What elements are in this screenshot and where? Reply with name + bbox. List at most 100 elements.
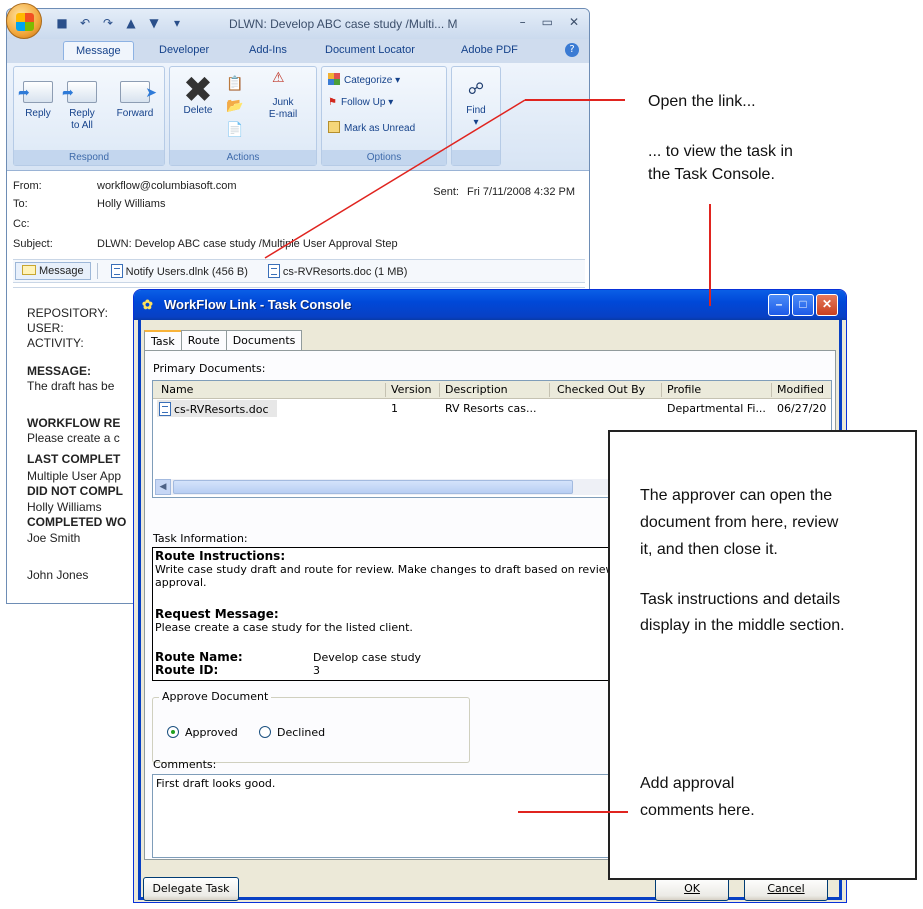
to-row: To: Holly Williams bbox=[13, 198, 165, 210]
approved-label: Approved bbox=[185, 726, 238, 739]
categorize-button[interactable]: Categorize ▾ bbox=[328, 73, 400, 86]
minimize-icon[interactable]: – bbox=[520, 15, 526, 29]
scroll-left-icon[interactable]: ◀ bbox=[155, 479, 171, 495]
reply-all-button[interactable]: ➦ Reply to All bbox=[62, 75, 102, 132]
mark-unread-button[interactable]: Mark as Unread bbox=[328, 121, 415, 134]
annotation-open-link: Open the link... bbox=[648, 93, 756, 110]
row-modified: 06/27/20 bbox=[777, 402, 827, 415]
body-message-heading: MESSAGE: bbox=[27, 364, 92, 378]
outlook-window-title: DLWN: Develop ABC case study /Multi... M bbox=[229, 17, 458, 31]
column-version[interactable]: Version bbox=[391, 383, 431, 396]
save-icon[interactable]: ■ bbox=[55, 16, 69, 30]
reply-button[interactable]: ➦ Reply bbox=[18, 75, 56, 120]
body-workflow: Please create a c bbox=[27, 431, 120, 445]
find-label: Find bbox=[466, 105, 486, 116]
minimize-button[interactable]: – bbox=[768, 294, 790, 316]
redo-icon[interactable]: ↷ bbox=[101, 16, 115, 30]
cc-row: Cc: bbox=[13, 218, 97, 230]
body-didnot: Holly Williams bbox=[27, 500, 102, 514]
follow-up-button[interactable]: ⚑ Follow Up ▾ bbox=[328, 97, 393, 108]
cancel-button[interactable]: Cancel bbox=[744, 877, 828, 901]
column-name[interactable]: Name bbox=[161, 383, 193, 396]
find-group-label bbox=[452, 150, 500, 165]
approved-radio[interactable]: Approved bbox=[167, 726, 238, 739]
delegate-task-button[interactable]: Delegate Task bbox=[143, 877, 239, 901]
route-instructions-heading: Route Instructions: bbox=[155, 549, 286, 563]
outlook-title-bar: ■ ↶ ↷ ▲ ▼ ▾ DLWN: Develop ABC case study… bbox=[7, 9, 589, 39]
attachment-doc-label: cs-RVResorts.doc (1 MB) bbox=[282, 266, 408, 278]
body-didnot-heading: DID NOT COMPL bbox=[27, 484, 123, 498]
body-workflow-heading: WORKFLOW RE bbox=[27, 416, 121, 430]
annotation-view-task-1: ... to view the task in bbox=[648, 143, 793, 160]
attachment-notify-users[interactable]: Notify Users.dlnk (456 B) bbox=[104, 261, 255, 281]
column-description[interactable]: Description bbox=[445, 383, 508, 396]
outlook-window-controls: – ▭ ✕ bbox=[520, 15, 579, 29]
tab-document-locator[interactable]: Document Locator bbox=[325, 44, 415, 56]
junk-email-button[interactable]: ⚠ Junk E-mail bbox=[258, 70, 308, 121]
tab-developer[interactable]: Developer bbox=[159, 44, 209, 56]
respond-group-label: Respond bbox=[14, 150, 164, 165]
delete-icon: ✖ bbox=[182, 69, 214, 110]
column-divider[interactable] bbox=[549, 383, 550, 397]
attachment-doc[interactable]: cs-RVResorts.doc (1 MB) bbox=[261, 261, 415, 281]
word-doc-icon bbox=[267, 264, 280, 278]
attachment-message-label: Message bbox=[39, 265, 84, 277]
callout-box: The approver can open the document from … bbox=[608, 430, 917, 880]
column-divider[interactable] bbox=[771, 383, 772, 397]
delete-button[interactable]: ✖ Delete bbox=[176, 69, 220, 117]
office-button[interactable] bbox=[6, 3, 42, 39]
column-divider[interactable] bbox=[661, 383, 662, 397]
from-row: From: workflow@columbiasoft.com bbox=[13, 180, 237, 192]
annotation-comments-2: comments here. bbox=[640, 802, 755, 819]
ok-button[interactable]: OK bbox=[655, 877, 729, 901]
approve-document-label: Approve Document bbox=[159, 690, 272, 703]
comments-field[interactable]: First draft looks good. bbox=[152, 774, 622, 858]
customize-toolbar-icon[interactable]: ▾ bbox=[170, 16, 184, 30]
maximize-icon[interactable]: ▭ bbox=[542, 15, 553, 29]
delete-label: Delete bbox=[183, 105, 213, 116]
junk-label-2: E-mail bbox=[268, 109, 298, 120]
tab-task[interactable]: Task bbox=[144, 330, 182, 351]
move-icon[interactable]: 📋 bbox=[226, 75, 243, 92]
find-button[interactable]: ☍ Find ▾ bbox=[458, 75, 494, 129]
to-value[interactable]: Holly Williams bbox=[97, 198, 165, 210]
tab-adobe-pdf[interactable]: Adobe PDF bbox=[461, 44, 518, 56]
scrollbar-thumb[interactable] bbox=[173, 480, 573, 494]
tab-route[interactable]: Route bbox=[180, 330, 227, 351]
row-name-cell[interactable]: cs-RVResorts.doc bbox=[159, 402, 269, 416]
subject-value: DLWN: Develop ABC case study /Multiple U… bbox=[97, 238, 398, 250]
column-checked-out-by[interactable]: Checked Out By bbox=[557, 383, 645, 396]
undo-icon[interactable]: ↶ bbox=[78, 16, 92, 30]
from-label: From: bbox=[13, 180, 42, 192]
maximize-button[interactable]: □ bbox=[792, 294, 814, 316]
tab-documents[interactable]: Documents bbox=[225, 330, 303, 351]
task-information-box[interactable]: Route Instructions: Write case study dra… bbox=[152, 547, 622, 681]
column-divider[interactable] bbox=[385, 383, 386, 397]
next-item-icon[interactable]: ▼ bbox=[147, 16, 161, 30]
forward-button[interactable]: ➤ Forward bbox=[110, 75, 160, 120]
tab-add-ins[interactable]: Add-Ins bbox=[249, 44, 287, 56]
declined-radio[interactable]: Declined bbox=[259, 726, 325, 739]
tab-message[interactable]: Message bbox=[63, 41, 134, 60]
close-icon[interactable]: ✕ bbox=[569, 15, 579, 29]
other-actions-icon[interactable]: 📄 bbox=[226, 121, 243, 138]
create-rule-icon[interactable]: 📂 bbox=[226, 97, 243, 114]
options-group-label: Options bbox=[322, 150, 446, 165]
attachment-message[interactable]: Message bbox=[15, 262, 91, 280]
cc-label: Cc: bbox=[13, 218, 30, 230]
column-divider[interactable] bbox=[439, 383, 440, 397]
body-completed-2: John Jones bbox=[27, 568, 89, 582]
from-value[interactable]: workflow@columbiasoft.com bbox=[97, 180, 237, 192]
body-completed-1: Joe Smith bbox=[27, 531, 81, 545]
ribbon: ➦ Reply ➦ Reply to All ➤ Forward Respond… bbox=[7, 63, 589, 171]
categorize-label: Categorize bbox=[344, 75, 393, 86]
primary-documents-label: Primary Documents: bbox=[153, 362, 266, 375]
column-profile[interactable]: Profile bbox=[667, 383, 701, 396]
column-modified[interactable]: Modified bbox=[777, 383, 824, 396]
task-console-title: WorkFlow Link - Task Console bbox=[164, 297, 352, 312]
annotation-instructions-2: display in the middle section. bbox=[640, 617, 845, 634]
previous-item-icon[interactable]: ▲ bbox=[124, 16, 138, 30]
help-icon[interactable]: ? bbox=[565, 43, 579, 57]
link-file-icon bbox=[110, 264, 123, 278]
close-button[interactable]: ✕ bbox=[816, 294, 838, 316]
